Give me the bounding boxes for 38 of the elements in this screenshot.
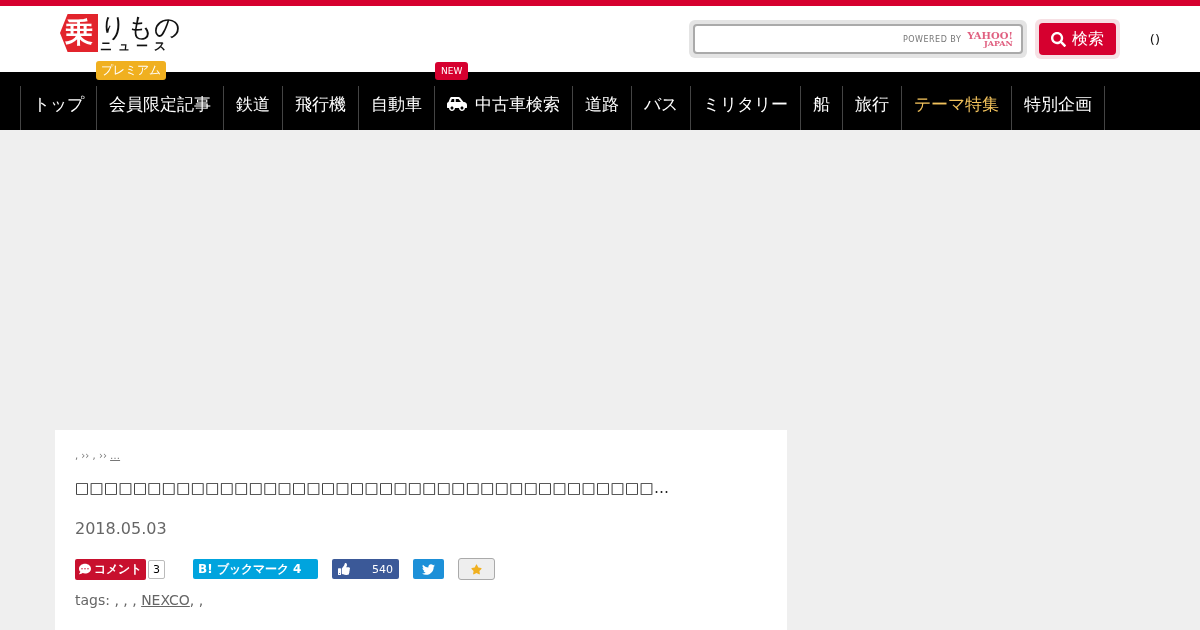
article-title: □□□□□□□□□□□□□□□□□□□□□□□□□□□□□□□□□□□□□□□□… — [75, 478, 671, 499]
breadcrumb-link[interactable]: … — [110, 450, 145, 461]
nav-item[interactable]: テーマ特集 — [901, 86, 1011, 130]
logo-mark: 乗 — [60, 14, 98, 52]
nav-item[interactable]: 鉄道 — [223, 86, 282, 130]
bird-icon — [422, 562, 435, 576]
logo-name: りもの — [100, 14, 181, 40]
favorite-button[interactable] — [458, 558, 495, 580]
tag-link[interactable]: NEXCO — [141, 592, 190, 608]
star-icon — [471, 563, 482, 575]
premium-badge: プレミアム — [96, 61, 166, 80]
comment-icon — [79, 563, 91, 575]
twitter-button[interactable] — [413, 559, 444, 579]
header-link[interactable]: () — [1149, 31, 1160, 47]
powered-by-text: POWERED BY — [902, 34, 962, 44]
car-icon — [447, 94, 467, 114]
nav-item[interactable]: 道路 — [572, 86, 631, 130]
breadcrumb: , ›› , ›› … — [75, 450, 767, 461]
comment-button[interactable]: コメント — [75, 558, 146, 580]
nav-item[interactable]: ミリタリー — [690, 86, 800, 130]
like-button[interactable]: 540 — [332, 559, 399, 579]
search-icon — [1050, 31, 1066, 47]
thumbs-up-icon — [338, 563, 350, 575]
nav-item[interactable]: 飛行機 — [282, 86, 358, 130]
tags-line: tags: , , , NEXCO, , — [75, 592, 205, 608]
nav-item[interactable]: 特別企画 — [1011, 86, 1105, 130]
nav-item[interactable]: 旅行 — [842, 86, 901, 130]
provider-logo: YAHOO! JAPAN — [967, 30, 1013, 48]
comment-count: 3 — [148, 559, 165, 579]
nav-item[interactable]: 会員限定記事 — [96, 86, 223, 130]
article-date: 2018.05.03 — [75, 519, 168, 538]
nav-item[interactable]: バス — [631, 86, 690, 130]
nav-item[interactable]: 自動車 — [358, 86, 434, 130]
search-button[interactable]: 検索 — [1038, 23, 1116, 55]
nav-item[interactable]: トップ — [20, 86, 96, 130]
nav-item[interactable]: 船 — [800, 86, 842, 130]
logo-subtitle: ニュース — [100, 40, 173, 52]
new-badge: NEW — [435, 62, 469, 80]
